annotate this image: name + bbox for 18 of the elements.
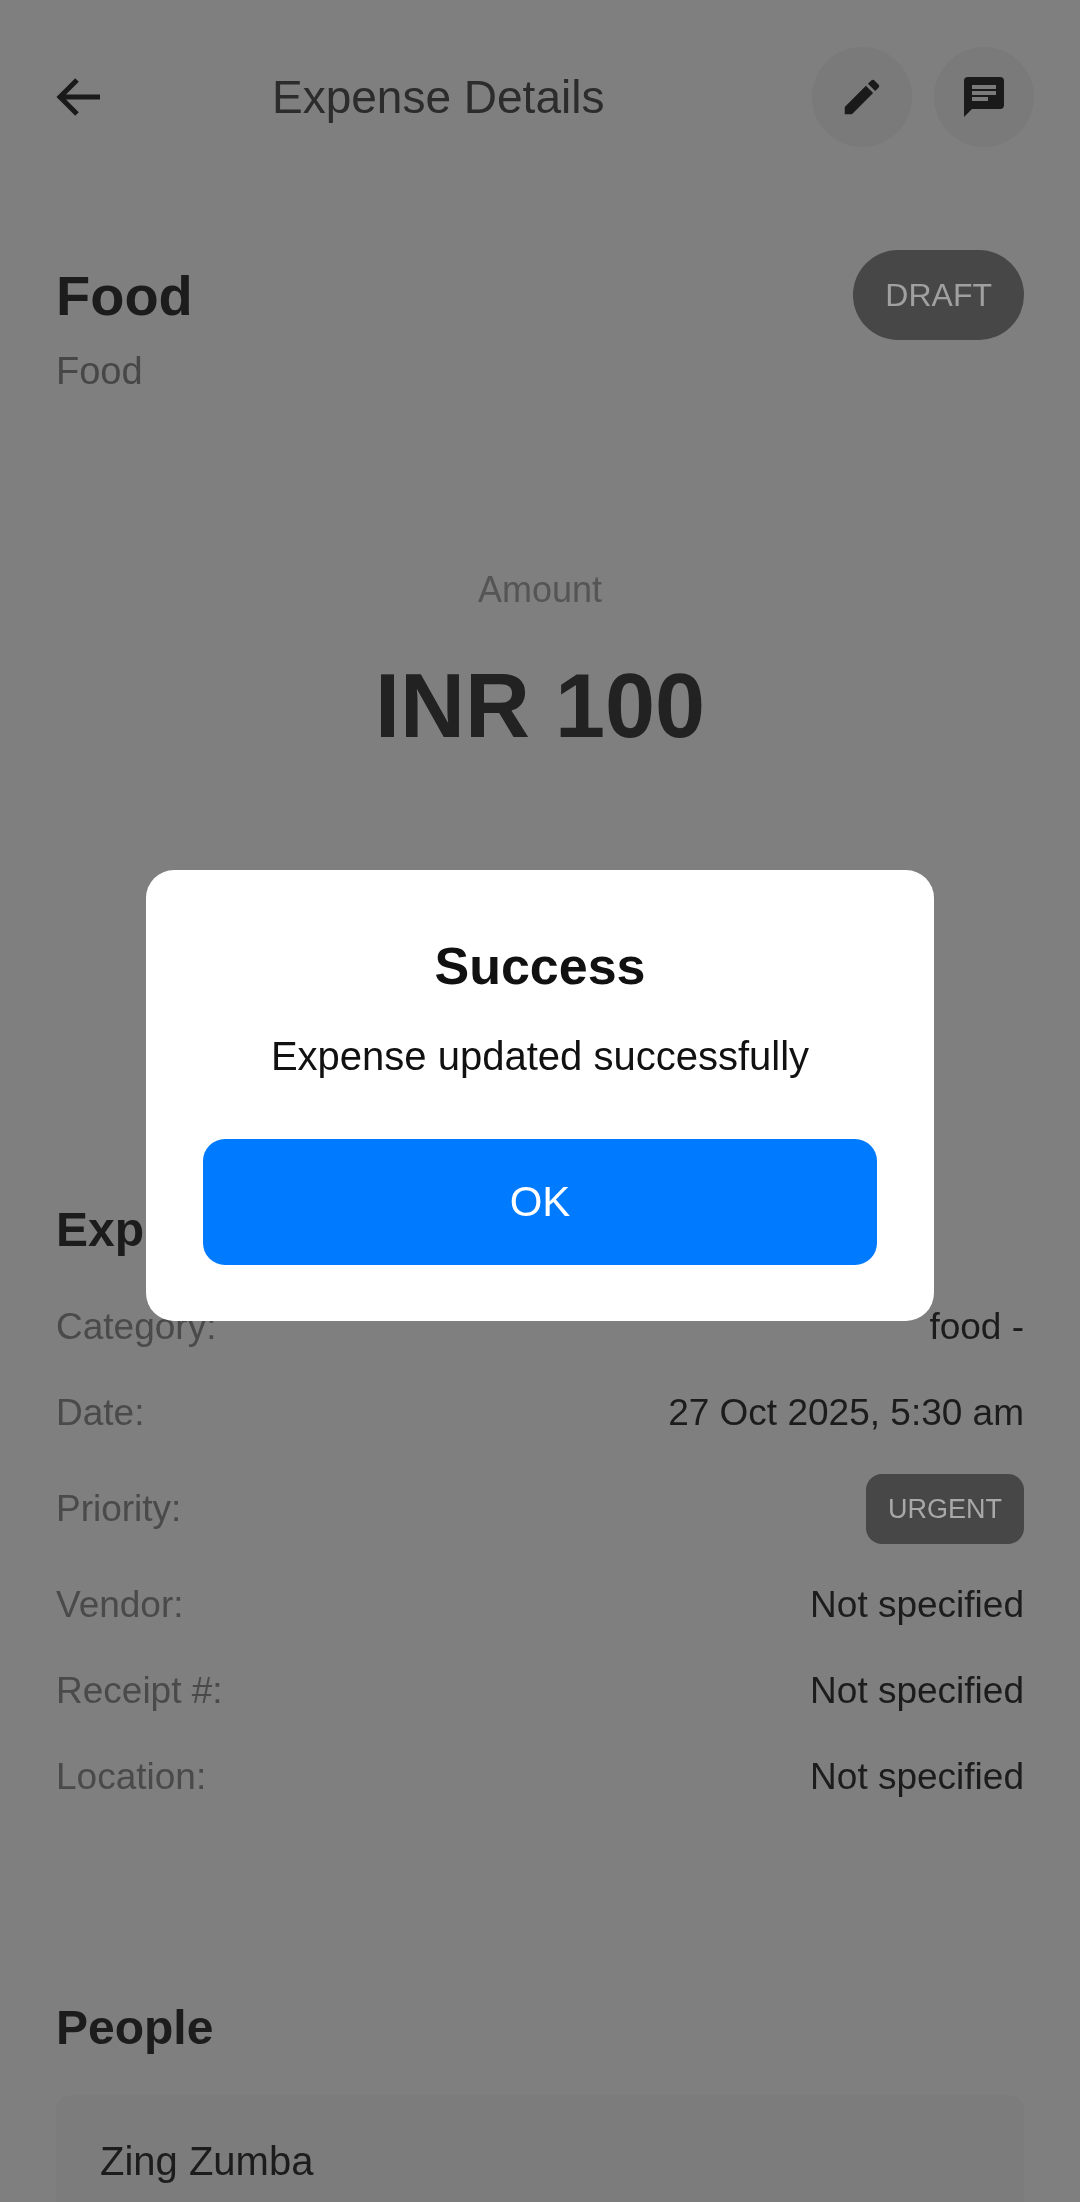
expense-title: Food [56,262,193,328]
amount-value: INR 100 [373,655,707,758]
status-badge: DRAFT [853,250,1024,340]
priority-badge: URGENT [866,1474,1024,1544]
field-value: Not specified [810,1584,1024,1626]
field-value: 27 Oct 2025, 5:30 am [668,1392,1024,1434]
screen-title: Expense Details [272,70,606,124]
dialog-title: Success [434,936,646,996]
field-value: food - [929,1306,1024,1348]
section-heading: Exp [56,1202,145,1258]
back-icon[interactable] [56,77,102,117]
field-value: Not specified [810,1670,1024,1712]
section-heading: People [56,2000,215,2055]
dialog-message: Expense updated successfully [270,1034,810,1079]
person-name: Zing Zumba [100,2139,315,2184]
expense-category: Food [56,350,144,393]
ok-button[interactable]: OK [203,1139,877,1265]
field-value: Not specified [810,1756,1024,1798]
